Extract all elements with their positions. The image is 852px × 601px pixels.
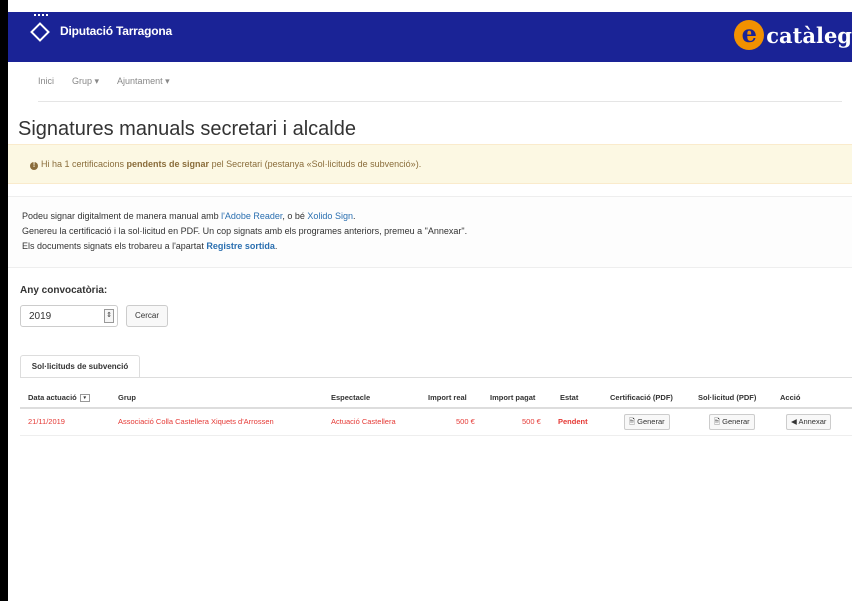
pending-alert: ! Hi ha 1 certificacions pendents de sign…	[8, 144, 852, 184]
tab-divider	[20, 377, 852, 378]
registre-sortida-link[interactable]: Registre sortida	[206, 241, 275, 251]
year-value: 2019	[29, 311, 52, 322]
xolido-sign-link[interactable]: Xolido Sign	[307, 211, 353, 221]
alert-text-post: pel Secretari (pestanya «Sol·licituds de…	[209, 159, 422, 169]
col-grup: Grup	[118, 393, 136, 402]
row-divider	[20, 435, 852, 436]
year-label: Any convocatòria:	[20, 285, 108, 296]
alert-text-bold: pendents de signar	[126, 159, 210, 169]
pdf-icon: 🖹	[629, 417, 638, 426]
sort-icon[interactable]: ▾	[79, 394, 90, 403]
tab-sollicituds[interactable]: Sol·licituds de subvenció	[20, 355, 140, 377]
window-left-edge	[0, 0, 8, 601]
header-divider	[20, 407, 852, 409]
col-espectacle: Espectacle	[331, 393, 371, 402]
col-certificacio: Certificació (PDF)	[610, 393, 673, 402]
page-title: Signatures manuals secretari i alcalde	[18, 118, 356, 140]
attach-button[interactable]: ◀ Annexar	[786, 414, 832, 430]
main-nav: Inici Grup ▾ Ajuntament ▾	[8, 62, 852, 102]
cell-import-pagat: 500 €	[522, 417, 541, 426]
org-name: Diputació Tarragona	[60, 24, 172, 38]
brand-e-icon: e	[734, 20, 765, 50]
brand-name: catàleg	[766, 22, 852, 48]
site-header: Diputació Tarragona e catàleg	[8, 12, 852, 62]
search-button[interactable]: Cercar	[126, 305, 168, 327]
nav-grup-dropdown[interactable]: Grup ▾	[72, 76, 99, 87]
diputacio-logo[interactable]: Diputació Tarragona	[30, 14, 172, 42]
pdf-icon: 🖹	[714, 417, 723, 426]
col-import-real: Import real	[428, 393, 467, 402]
col-estat: Estat	[560, 393, 579, 402]
nav-divider	[38, 101, 842, 102]
info-panel: Podeu signar digitalment de manera manua…	[8, 196, 852, 268]
info-line-1: Podeu signar digitalment de manera manua…	[22, 211, 356, 221]
col-data-actuacio[interactable]: Data actuació ▾	[28, 393, 90, 403]
adobe-reader-link[interactable]: l'Adobe Reader	[221, 211, 282, 221]
nav-inici[interactable]: Inici	[38, 76, 54, 87]
cell-date: 21/11/2019	[28, 417, 65, 426]
info-line-3: Els documents signats els trobareu a l'a…	[22, 241, 278, 251]
cell-group: Associació Colla Castellera Xiquets d'Ar…	[118, 417, 274, 426]
info-line-2: Genereu la certificació i la sol·licitud…	[22, 226, 468, 236]
col-import-pagat: Import pagat	[490, 393, 536, 402]
select-arrow-icon: ⇕	[104, 309, 114, 323]
diputacio-emblem-icon	[30, 14, 52, 42]
col-sollicitud: Sol·licitud (PDF)	[698, 393, 757, 402]
status-badge: Pendent	[558, 417, 588, 426]
cell-import-real: 500 €	[456, 417, 475, 426]
info-icon: !	[30, 162, 38, 170]
generate-request-button[interactable]: 🖹 Generar	[709, 414, 755, 430]
year-select[interactable]: 2019 ⇕	[20, 305, 118, 327]
ecatalog-logo[interactable]: e catàleg	[734, 20, 852, 50]
nav-ajuntament-dropdown[interactable]: Ajuntament ▾	[117, 76, 170, 87]
col-accio: Acció	[780, 393, 801, 402]
alert-text-pre: Hi ha 1 certificacions	[41, 159, 127, 169]
cell-show: Actuació Castellera	[331, 417, 396, 426]
generate-certificate-button[interactable]: 🖹 Generar	[624, 414, 670, 430]
